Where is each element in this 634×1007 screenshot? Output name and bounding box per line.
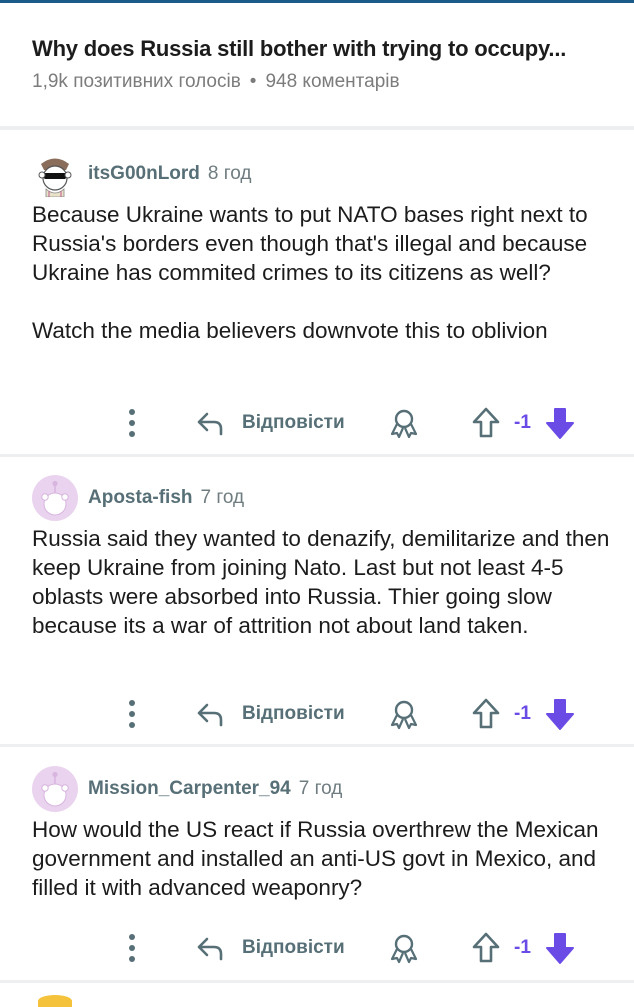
reply-button[interactable]: Відповісти: [194, 694, 345, 734]
award-button[interactable]: [386, 403, 422, 443]
default-snoo-avatar-icon: [32, 475, 78, 521]
post-header[interactable]: Why does Russia still bother with trying…: [32, 36, 612, 93]
comment-actions: Відповісти -1: [0, 403, 634, 443]
comment-username[interactable]: Mission_Carpenter_94: [88, 778, 291, 800]
more-vertical-icon: [129, 409, 135, 437]
comment-actions: Відповісти -1: [0, 694, 634, 734]
comment-paragraph: Because Ukraine wants to put NATO bases …: [32, 202, 588, 285]
avatar[interactable]: [32, 766, 78, 812]
sunglasses-snoo-avatar-icon: [38, 158, 72, 197]
reply-arrow-icon: [197, 703, 223, 727]
upvote-arrow-icon[interactable]: [470, 405, 502, 441]
comment-body: Russia said they wanted to denazify, dem…: [32, 524, 612, 640]
comment-actions: Відповісти -1: [0, 928, 634, 968]
reply-arrow-icon: [197, 412, 223, 436]
avatar[interactable]: [32, 151, 78, 197]
comment-header: Aposta-fish 7 год: [32, 474, 244, 522]
more-vertical-icon: [129, 934, 135, 962]
award-button[interactable]: [386, 694, 422, 734]
reply-button[interactable]: Відповісти: [194, 403, 345, 443]
comment-divider: [0, 454, 634, 457]
comment-body: Because Ukraine wants to put NATO bases …: [32, 200, 612, 345]
vote-controls: -1: [470, 928, 577, 968]
comment-header: itsG00nLord 8 год: [32, 150, 252, 198]
comment-paragraph: Watch the media believers downvote this …: [32, 318, 548, 343]
comment-paragraph: Russia said they wanted to denazify, dem…: [32, 526, 610, 638]
reply-label: Відповісти: [242, 937, 345, 958]
comment-divider: [0, 980, 634, 983]
comment-body: How would the US react if Russia overthr…: [32, 815, 612, 902]
header-divider: [0, 126, 634, 130]
post-meta: 1,9k позитивних голосів • 948 коментарів: [32, 71, 612, 93]
post-title[interactable]: Why does Russia still bother with trying…: [32, 36, 612, 62]
comment-username[interactable]: itsG00nLord: [88, 163, 200, 185]
reply-button[interactable]: Відповісти: [194, 928, 345, 968]
comment-divider: [0, 744, 634, 747]
downvote-arrow-icon[interactable]: [543, 930, 577, 966]
comment-header: Mission_Carpenter_94 7 год: [32, 765, 342, 813]
avatar[interactable]: [32, 475, 78, 521]
comment-paragraph: How would the US react if Russia overthr…: [32, 817, 599, 900]
comment-time: 8 год: [207, 163, 252, 184]
downvote-arrow-icon[interactable]: [543, 405, 577, 441]
comment-username[interactable]: Aposta-fish: [88, 487, 193, 509]
reply-label: Відповісти: [242, 703, 345, 724]
vote-score: -1: [514, 937, 531, 958]
more-options-button[interactable]: [120, 403, 144, 443]
more-options-button[interactable]: [120, 694, 144, 734]
vote-controls: -1: [470, 403, 577, 443]
upvote-count: 1,9k позитивних голосів: [32, 71, 241, 92]
award-button[interactable]: [386, 928, 422, 968]
reply-label: Відповісти: [242, 412, 345, 433]
default-snoo-avatar-icon: [32, 766, 78, 812]
vote-controls: -1: [470, 694, 577, 734]
upvote-arrow-icon[interactable]: [470, 930, 502, 966]
upvote-arrow-icon[interactable]: [470, 696, 502, 732]
more-options-button[interactable]: [120, 928, 144, 968]
award-icon: [390, 409, 418, 439]
vote-score: -1: [514, 412, 531, 433]
comment-count: 948 коментарів: [265, 71, 400, 92]
more-vertical-icon: [129, 700, 135, 728]
award-icon: [390, 700, 418, 730]
vote-score: -1: [514, 703, 531, 724]
meta-separator: •: [249, 71, 257, 92]
next-comment-avatar: [38, 995, 72, 1007]
comment-time: 7 год: [200, 487, 245, 508]
reply-arrow-icon: [197, 937, 223, 961]
award-icon: [390, 934, 418, 964]
top-accent-line: [0, 0, 634, 3]
downvote-arrow-icon[interactable]: [543, 696, 577, 732]
comment-time: 7 год: [298, 778, 343, 799]
